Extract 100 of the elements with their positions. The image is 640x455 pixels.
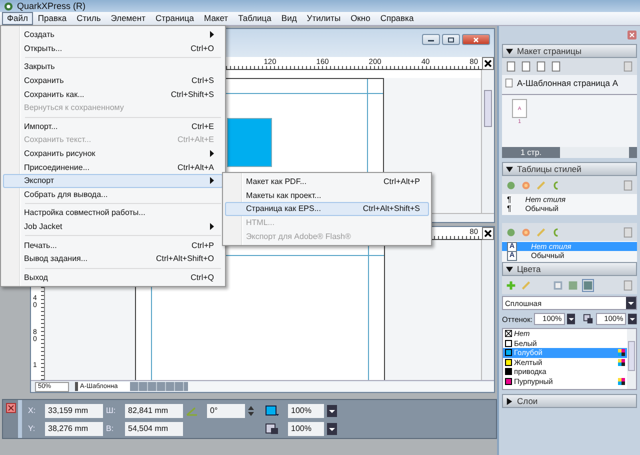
spinner-icon[interactable] — [248, 406, 254, 416]
page-icon[interactable] — [506, 61, 516, 72]
trash-icon[interactable] — [623, 180, 633, 190]
palette-title: Цвета — [517, 264, 541, 274]
menu-item[interactable]: Job Jacket — [3, 220, 223, 234]
page-icon[interactable] — [521, 61, 531, 72]
picture-box[interactable] — [227, 118, 272, 167]
opacity-icon — [583, 313, 594, 325]
palette-title: Макет страницы — [517, 46, 582, 56]
plus-icon[interactable] — [506, 280, 516, 290]
menu-bar-item[interactable]: Стиль — [72, 12, 106, 25]
menu-item[interactable]: Вывод задания... Ctrl+Alt+Shift+O — [3, 252, 223, 266]
page-count: 1 стр. — [519, 147, 542, 158]
angle-icon — [186, 406, 198, 416]
menu-item[interactable]: Настройка совместной работы... — [3, 206, 223, 220]
menu-item[interactable]: Макеты как проект... — [225, 188, 429, 202]
page-icon — [505, 78, 513, 88]
collapse-icon[interactable] — [506, 48, 513, 54]
close-icon[interactable] — [482, 227, 494, 240]
menu-bar-item[interactable]: Страница — [150, 12, 200, 25]
frame-icon[interactable] — [553, 280, 563, 290]
menu-bar-item[interactable]: Файл — [2, 12, 33, 25]
dropdown-icon[interactable] — [327, 404, 337, 416]
pilcrow-icon: ¶ — [507, 195, 512, 204]
new-style-icon[interactable] — [506, 180, 516, 190]
menu-item[interactable]: Сохранить как... Ctrl+Shift+S — [3, 87, 223, 101]
palette-header[interactable]: Цвета — [502, 262, 637, 276]
expand-icon[interactable] — [506, 398, 513, 404]
menu-item[interactable]: Создать — [3, 28, 223, 42]
maximize-button[interactable] — [442, 34, 460, 45]
opacity-field[interactable]: 100% — [288, 422, 324, 436]
maximize-icon — [446, 36, 456, 42]
background-icon[interactable] — [583, 280, 593, 290]
menu-bar-item[interactable]: Утилиты — [302, 12, 346, 25]
vertical-scrollbar[interactable] — [481, 70, 494, 213]
edit-icon[interactable] — [521, 226, 531, 238]
trash-icon[interactable] — [623, 226, 633, 238]
menu-bar-item[interactable]: Справка — [375, 12, 419, 25]
vertical-scrollbar[interactable] — [627, 329, 636, 389]
horizontal-scrollbar[interactable] — [560, 147, 629, 158]
menu-item[interactable]: Закрыть — [3, 60, 223, 74]
palette-title: Слои — [517, 396, 538, 406]
close-icon — [471, 36, 481, 42]
angle-field[interactable]: 0° — [207, 404, 245, 418]
master-page-item[interactable]: А-Шаблонная страница А — [502, 75, 637, 95]
dropdown-icon[interactable] — [566, 313, 576, 325]
menu-item[interactable]: Печать... Ctrl+P — [3, 238, 223, 252]
vertical-scrollbar[interactable] — [481, 240, 494, 380]
page-navigation-buttons[interactable] — [130, 382, 188, 391]
close-icon[interactable] — [482, 57, 494, 70]
collapse-icon[interactable] — [506, 266, 513, 272]
dropdown-icon[interactable] — [628, 313, 637, 325]
frame-color-icon[interactable] — [265, 422, 279, 434]
field-label: Y: — [28, 424, 36, 433]
minimize-button[interactable] — [422, 34, 440, 45]
collapse-icon[interactable] — [506, 166, 513, 172]
horizontal-scrollbar[interactable] — [188, 382, 494, 391]
opacity-field[interactable]: 100% — [288, 404, 324, 418]
menu-item[interactable]: Сохранить Ctrl+S — [3, 74, 223, 88]
menu-item[interactable]: Страница как EPS... Ctrl+Alt+Shift+S — [225, 202, 429, 216]
new-style-icon[interactable] — [506, 226, 516, 238]
menu-bar-item[interactable]: Вид — [276, 12, 302, 25]
fill-color-icon[interactable] — [265, 404, 279, 416]
palette-header[interactable]: Макет страницы — [502, 44, 637, 58]
trash-icon[interactable] — [623, 61, 633, 72]
height-field[interactable]: 54,504 mm — [125, 422, 183, 436]
menu-bar-item[interactable]: Макет — [199, 12, 234, 25]
dropdown-icon — [626, 297, 636, 309]
field-label: В: — [106, 424, 115, 433]
dropdown-icon[interactable] — [327, 422, 337, 434]
palette-header[interactable]: Таблицы стилей — [502, 162, 637, 176]
x-field[interactable]: 33,159 mm — [45, 404, 103, 418]
menu-bar-item[interactable]: Окно — [346, 12, 376, 25]
page-icon[interactable] — [551, 61, 561, 72]
window-title: QuarkXPress (R) — [17, 1, 86, 11]
menu-item[interactable]: Макет как PDF... Ctrl+Alt+P — [225, 175, 429, 189]
menu-item[interactable]: Открыть... Ctrl+O — [3, 42, 223, 56]
palette-title: Таблицы стилей — [517, 164, 582, 174]
width-field[interactable]: 82,841 mm — [125, 404, 183, 418]
menu-item[interactable]: Импорт... Ctrl+E — [3, 120, 223, 134]
menu-bar-item[interactable]: Правка — [32, 12, 72, 25]
menu-item[interactable]: Собрать для вывода... — [3, 188, 223, 202]
trash-icon[interactable] — [623, 280, 633, 290]
menu-item[interactable]: Выход Ctrl+Q — [3, 270, 223, 284]
menu-bar-item[interactable]: Элемент — [106, 12, 150, 25]
menu-item[interactable]: Присоединение... Ctrl+Alt+A — [3, 160, 223, 174]
edit-icon[interactable] — [521, 180, 531, 190]
app-logo-icon — [4, 2, 13, 10]
menu-item[interactable]: Экспорт — [3, 174, 223, 188]
master-page-name: А-Шаблонная страница А — [517, 78, 618, 88]
close-button[interactable] — [462, 34, 490, 45]
page-icon[interactable] — [536, 61, 546, 72]
pilcrow-icon: ¶ — [507, 204, 512, 213]
palette-header[interactable]: Слои — [502, 394, 637, 408]
menu-bar-item[interactable]: Таблица — [233, 12, 276, 25]
text-color-icon[interactable] — [568, 280, 578, 290]
menu-item[interactable]: Сохранить рисунок — [3, 146, 223, 160]
y-field[interactable]: 38,276 mm — [45, 422, 103, 436]
field-label: X: — [28, 406, 37, 415]
field-label: Ш: — [106, 406, 117, 415]
